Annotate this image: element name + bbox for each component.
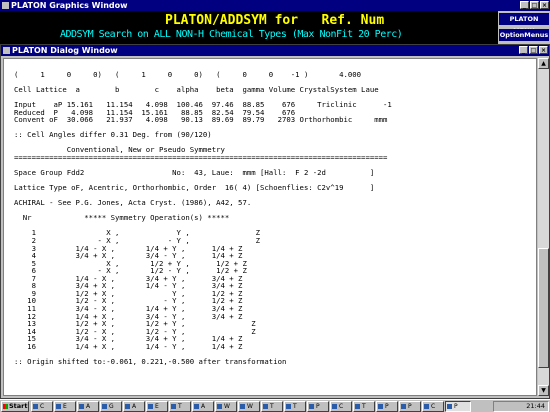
output-line: Cell Lattice a b c alpha beta gamma Volu… [14,85,379,95]
taskbar-task-button[interactable]: T [353,401,375,412]
start-button[interactable]: Start [1,401,29,412]
option-menus-button[interactable]: OptionMenus [499,29,549,41]
output-line: 16 1/4 + X , 1/4 - Y , 1/4 + Z [14,341,243,351]
taskbar-task-button[interactable]: P [307,401,329,412]
clock: 21:44 [526,402,545,410]
dialog-maximize-button[interactable]: □ [529,46,538,54]
vertical-scrollbar[interactable]: ▲ ▼ [538,58,549,396]
taskbar-task-button[interactable]: E [54,401,76,412]
output-line: Nr ***** Symmetry Operation(s) ***** [14,213,230,223]
taskbar-task-button[interactable]: T [261,401,283,412]
system-tray: 21:44 [493,401,549,412]
taskbar-task-button[interactable]: W [238,401,260,412]
banner-subtitle: ADDSYM Search on ALL NON-H Chemical Type… [60,29,403,40]
scroll-up-arrow-icon[interactable]: ▲ [538,58,549,69]
taskbar-task-button[interactable]: C [31,401,53,412]
maximize-button[interactable]: □ [530,1,539,9]
scroll-thumb[interactable] [538,248,549,368]
taskbar-task-button[interactable]: T [169,401,191,412]
dialog-text-output: ( 1 0 0) ( 1 0 0) ( 0 0 -1 ) 4.000 Cell … [3,58,537,396]
taskbar-task-button[interactable]: E [146,401,168,412]
dialog-minimize-button[interactable]: _ [519,46,528,54]
taskbar-task-button[interactable]: T [284,401,306,412]
taskbar-task-button[interactable]: A [192,401,214,412]
dialog-title: PLATON Dialog Window [12,46,118,55]
dialog-close-button[interactable]: × [539,46,548,54]
taskbar-task-button[interactable]: A [77,401,99,412]
output-line: ========================================… [14,153,388,163]
output-line: ACHIRAL - See P.G. Jones, Acta Cryst. (1… [14,198,252,208]
taskbar-task-button[interactable]: P [376,401,398,412]
taskbar-task-button[interactable]: C [330,401,352,412]
graphics-window-title: PLATON Graphics Window [11,1,128,10]
output-line: Convent oF 30.066 21.937 4.098 90.13 89.… [14,115,388,125]
banner-title: PLATON/ADDSYM for Ref. Num [165,13,385,28]
scroll-down-arrow-icon[interactable]: ▼ [538,385,549,396]
taskbar-task-button[interactable]: G [100,401,122,412]
taskbar-task-button[interactable]: C [422,401,444,412]
graphics-window-controls: _ □ × [520,1,549,9]
platon-app-icon [2,2,9,9]
taskbar: Start CEAGAETAWWTTPCTPPCP 21:44 [0,399,550,412]
output-line: :: Cell Angles differ 0.31 Deg. from (90… [14,130,212,140]
platon-banner: PLATON/ADDSYM for Ref. Num ADDSYM Search… [0,11,498,44]
dialog-window-controls: _ □ × [519,46,548,54]
graphics-window-titlebar[interactable]: PLATON Graphics Window _ □ × [0,0,550,11]
minimize-button[interactable]: _ [520,1,529,9]
taskbar-task-button[interactable]: A [123,401,145,412]
output-lines: ( 1 0 0) ( 1 0 0) ( 0 0 -1 ) 4.000 Cell … [14,71,392,365]
taskbar-task-button[interactable]: P [445,401,471,412]
dialog-app-icon [3,47,10,54]
taskbar-tasks: CEAGAETAWWTTPCTPPCP [31,401,471,412]
output-line: ( 1 0 0) ( 1 0 0) ( 0 0 -1 ) 4.000 [14,70,362,79]
close-button[interactable]: × [540,1,549,9]
taskbar-task-button[interactable]: P [399,401,421,412]
output-line: :: Origin shifted to:-0.061, 0.221,-0.50… [14,356,287,366]
platon-menu-button[interactable]: PLATON MENU [499,13,549,35]
output-line: Lattice Type oF, Acentric, Orthorhombic,… [14,183,375,193]
dialog-window: PLATON Dialog Window _ □ × ( 1 0 0) ( 1 … [0,44,550,399]
side-menu: PLATON MENU OptionMenus [498,11,550,44]
taskbar-task-button[interactable]: W [215,401,237,412]
dialog-titlebar[interactable]: PLATON Dialog Window _ □ × [1,45,549,56]
output-line: Space Group Fdd2 No: 43, Laue: mmm [Hall… [14,168,375,178]
